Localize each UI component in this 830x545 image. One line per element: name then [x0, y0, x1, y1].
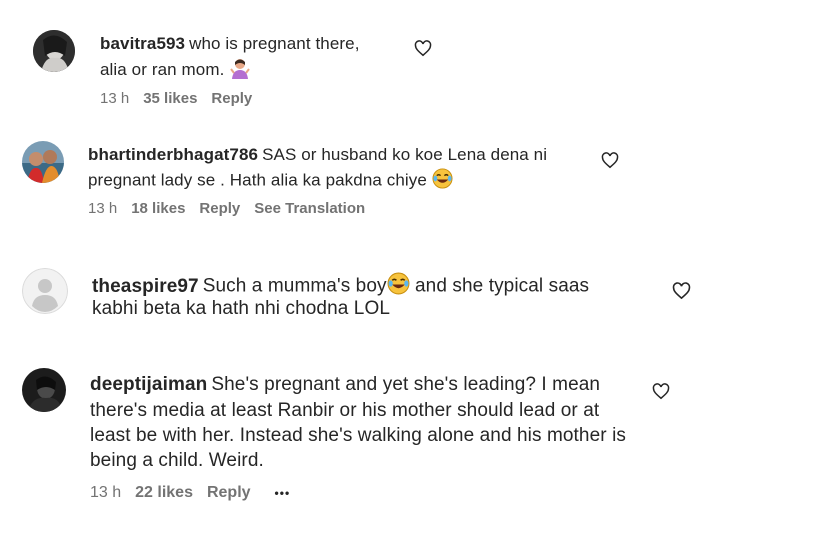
comment-text: there's media at least Ranbir or his mot… [90, 400, 600, 421]
reply-button[interactable]: Reply [211, 90, 252, 107]
comment-text: kabhi beta ka hath nhi chodna LOL [92, 298, 391, 319]
comment-text: least be with her. Instead she's walking… [90, 425, 626, 446]
avatar-image [22, 141, 64, 183]
avatar[interactable] [22, 368, 66, 412]
avatar[interactable] [22, 141, 64, 183]
comments-panel: { "comments": [ { "username": "bavitra59… [0, 0, 830, 545]
comment-username[interactable]: bavitra593 [100, 34, 185, 53]
comment-text: Such a mumma's boy [202, 275, 387, 297]
like-heart-icon[interactable] [672, 282, 691, 305]
comment-text: pregnant lady se . Hath alia ka pakdna c… [88, 170, 427, 190]
reply-button[interactable]: Reply [207, 484, 251, 502]
comment-meta: 13 h 18 likes Reply See Translation [88, 200, 379, 217]
woman-shrugging-icon [229, 57, 251, 84]
comment-text: alia or ran mom. [100, 59, 225, 79]
avatar[interactable] [22, 268, 68, 314]
comment-text: who is pregnant there, [189, 34, 360, 53]
avatar-image [22, 368, 66, 412]
comment-time: 13 h [88, 200, 118, 217]
default-avatar-icon [22, 268, 68, 314]
comment-likes[interactable]: 18 likes [131, 200, 185, 217]
comment-time: 13 h [100, 90, 130, 107]
comment-username[interactable]: deeptijaiman [90, 374, 207, 395]
avatar[interactable] [33, 30, 75, 72]
comment-meta: 13 h 35 likes Reply [100, 90, 266, 107]
reply-button[interactable]: Reply [199, 200, 240, 217]
comment-text: SAS or husband ko koe Lena dena ni [262, 145, 548, 164]
comment-username[interactable]: bhartinderbhagat786 [88, 145, 258, 164]
comment-text: She's pregnant and yet she's leading? I … [211, 374, 601, 395]
comment-text: and she typical saas [415, 275, 590, 297]
comment-text: being a child. Weird. [90, 450, 264, 471]
like-heart-icon[interactable] [652, 383, 670, 405]
laughing-tears-icon [432, 168, 453, 194]
laughing-tears-icon [387, 272, 410, 301]
comment-username[interactable]: theaspire97 [92, 276, 199, 297]
see-translation-button[interactable]: See Translation [254, 200, 365, 217]
like-heart-icon[interactable] [601, 152, 619, 174]
comment-meta: 13 h 22 likes Reply ••• [90, 484, 304, 502]
avatar-image [33, 30, 75, 72]
more-options-icon[interactable]: ••• [275, 486, 291, 500]
comment-likes[interactable]: 35 likes [143, 90, 197, 107]
comment-time: 13 h [90, 484, 122, 501]
comment-likes[interactable]: 22 likes [135, 484, 193, 502]
like-heart-icon[interactable] [414, 40, 432, 62]
